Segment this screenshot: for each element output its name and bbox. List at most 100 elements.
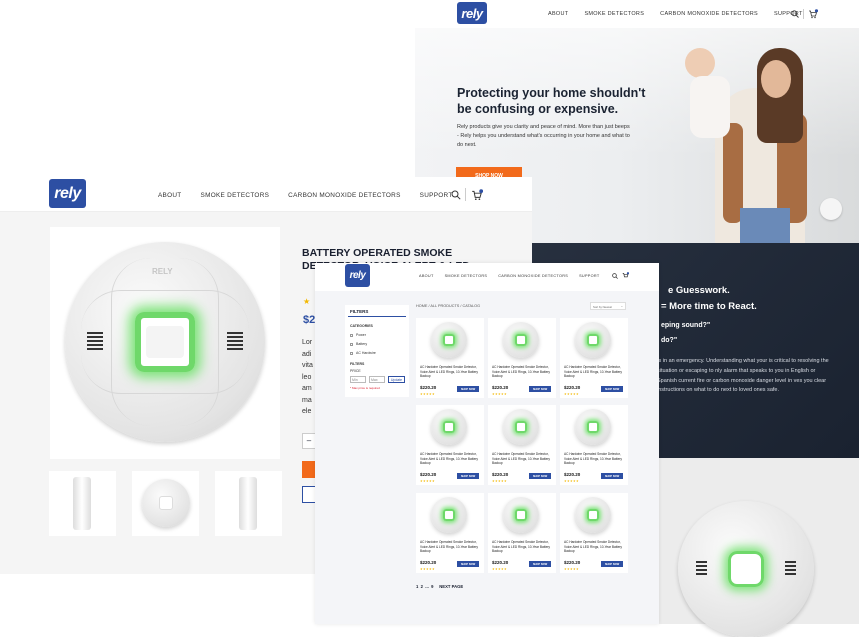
product-card[interactable]: AC Hardwire Operated Smoke Detector, Voi… <box>488 493 556 573</box>
rely-logo[interactable]: rely <box>457 2 487 24</box>
product-card-rating: ★★★★★ <box>420 567 435 571</box>
nav-co-detectors[interactable]: CARBON MONOXIDE DETECTORS <box>660 11 758 17</box>
product-card-title: AC Hardwire Operated Smoke Detector, Voi… <box>492 452 550 466</box>
product-card[interactable]: AC Hardwire Operated Smoke Detector, Voi… <box>560 493 628 573</box>
rely-logo[interactable]: rely <box>345 264 370 287</box>
product-card-title: AC Hardwire Operated Smoke Detector, Voi… <box>420 540 478 554</box>
shop-now-button[interactable]: SHOP NOW <box>601 561 623 567</box>
product-card[interactable]: AC Hardwire Operated Smoke Detector, Voi… <box>416 318 484 398</box>
search-icon[interactable] <box>451 190 461 200</box>
nav-co-detectors[interactable]: CARBON MONOXIDE DETECTORS <box>288 192 400 199</box>
catalog-nav: ABOUT SMOKE DETECTORS CARBON MONOXIDE DE… <box>419 274 599 278</box>
shop-now-button[interactable]: SHOP NOW <box>529 386 551 392</box>
checkbox[interactable] <box>350 333 353 337</box>
product-image <box>503 322 539 358</box>
pagination[interactable]: 1 2 ... 9 NEXT PAGE <box>416 584 463 589</box>
rating-star: ★ <box>303 297 311 306</box>
nav-smoke-detectors[interactable]: SMOKE DETECTORS <box>584 11 644 17</box>
sort-select[interactable]: Sort by Newest ⌄ <box>590 302 626 310</box>
hero-headline: Protecting your home shouldn't be confus… <box>457 86 646 116</box>
product-card-rating: ★★★★★ <box>492 392 507 396</box>
price-label: PRICE <box>350 369 361 373</box>
product-card-rating: ★★★★★ <box>564 392 579 396</box>
wall-detector-image <box>678 501 814 637</box>
rely-logo[interactable]: rely <box>49 179 86 208</box>
product-card[interactable]: AC Hardwire Operated Smoke Detector, Voi… <box>560 318 628 398</box>
about-question-1: eping sound?" <box>661 322 711 329</box>
product-thumb-side[interactable] <box>49 471 116 536</box>
add-to-cart-button[interactable] <box>302 461 316 478</box>
detector-brand-mark: RELY <box>152 267 173 276</box>
product-image <box>431 497 467 533</box>
category-battery[interactable]: Battery <box>350 342 367 346</box>
filters-panel: FILTERS CATEGORIES Power Battery AC Hard… <box>345 305 409 397</box>
nav-support[interactable]: SUPPORT <box>420 192 453 199</box>
shop-now-button[interactable]: SHOP NOW <box>457 386 479 392</box>
nav-smoke-detectors[interactable]: SMOKE DETECTORS <box>445 274 488 278</box>
home-nav: ABOUT SMOKE DETECTORS CARBON MONOXIDE DE… <box>548 11 803 17</box>
about-question-2: do?" <box>661 337 678 344</box>
nav-about[interactable]: ABOUT <box>158 192 182 199</box>
shop-now-button[interactable]: SHOP NOW <box>601 386 623 392</box>
search-icon[interactable] <box>612 273 618 279</box>
product-card-price: $220.20 <box>420 560 437 565</box>
cart-icon[interactable] <box>808 9 818 19</box>
filters-subtitle: FILTERS <box>350 362 365 366</box>
product-image <box>575 409 611 445</box>
product-card[interactable]: AC Hardwire Operated Smoke Detector, Voi… <box>416 493 484 573</box>
breadcrumb: HOME / ALL PRODUCTS / CATALOG <box>416 304 481 308</box>
product-card[interactable]: AC Hardwire Operated Smoke Detector, Voi… <box>488 405 556 485</box>
shop-now-button[interactable]: SHOP NOW <box>601 473 623 479</box>
cart-icon[interactable] <box>471 189 483 201</box>
product-image <box>575 497 611 533</box>
cart-icon[interactable] <box>622 272 629 279</box>
product-image <box>503 497 539 533</box>
nav-co-detectors[interactable]: CARBON MONOXIDE DETECTORS <box>498 274 568 278</box>
nav-support[interactable]: SUPPORT <box>579 274 599 278</box>
product-card-rating: ★★★★★ <box>420 479 435 483</box>
product-card-price: $220.20 <box>492 560 509 565</box>
product-card-rating: ★★★★★ <box>564 567 579 571</box>
checkbox[interactable] <box>350 342 353 346</box>
category-power[interactable]: Power <box>350 333 366 337</box>
hero-body: Rely products give you clarity and peace… <box>457 124 630 148</box>
product-card-title: AC Hardwire Operated Smoke Detector, Voi… <box>420 365 478 379</box>
search-icon[interactable] <box>791 10 799 18</box>
product-card-price: $220.20 <box>564 560 581 565</box>
quantity-stepper[interactable]: – <box>302 433 316 449</box>
catalog-header: rely ABOUT SMOKE DETECTORS CARBON MONOXI… <box>315 263 659 291</box>
filters-title: FILTERS <box>350 309 369 314</box>
buy-now-button[interactable] <box>302 486 316 503</box>
product-image <box>503 409 539 445</box>
shop-now-button[interactable]: SHOP NOW <box>529 473 551 479</box>
update-button[interactable]: Update <box>388 376 405 383</box>
catalog-screen: rely ABOUT SMOKE DETECTORS CARBON MONOXI… <box>315 263 659 624</box>
category-ac-hardwire[interactable]: AC Hardwire <box>350 351 376 355</box>
max-price-input[interactable]: Max <box>369 376 385 383</box>
product-card-rating: ★★★★★ <box>492 479 507 483</box>
nav-about[interactable]: ABOUT <box>548 11 568 17</box>
about-heading-2: = More time to React. <box>661 301 757 312</box>
shop-now-button[interactable]: SHOP NOW <box>457 473 479 479</box>
shop-now-button[interactable]: SHOP NOW <box>457 561 479 567</box>
nav-about[interactable]: ABOUT <box>419 274 434 278</box>
checkbox[interactable] <box>350 351 353 355</box>
product-card-title: AC Hardwire Operated Smoke Detector, Voi… <box>564 365 622 379</box>
shop-now-button[interactable]: SHOP NOW <box>529 561 551 567</box>
product-card-title: AC Hardwire Operated Smoke Detector, Voi… <box>420 452 478 466</box>
product-card[interactable]: AC Hardwire Operated Smoke Detector, Voi… <box>488 318 556 398</box>
min-price-input[interactable]: Min <box>350 376 366 383</box>
product-card-rating: ★★★★★ <box>492 567 507 571</box>
product-image <box>431 322 467 358</box>
product-card-title: AC Hardwire Operated Smoke Detector, Voi… <box>492 540 550 554</box>
product-thumb-back[interactable] <box>215 471 282 536</box>
product-card-price: $220.20 <box>492 385 509 390</box>
product-main-image: RELY <box>50 227 280 459</box>
product-card[interactable]: AC Hardwire Operated Smoke Detector, Voi… <box>416 405 484 485</box>
product-card[interactable]: AC Hardwire Operated Smoke Detector, Voi… <box>560 405 628 485</box>
product-nav: ABOUT SMOKE DETECTORS CARBON MONOXIDE DE… <box>158 192 453 199</box>
product-thumb-front[interactable] <box>132 471 199 536</box>
product-card-price: $220.20 <box>420 385 437 390</box>
nav-smoke-detectors[interactable]: SMOKE DETECTORS <box>201 192 270 199</box>
product-card-price: $220.20 <box>564 385 581 390</box>
